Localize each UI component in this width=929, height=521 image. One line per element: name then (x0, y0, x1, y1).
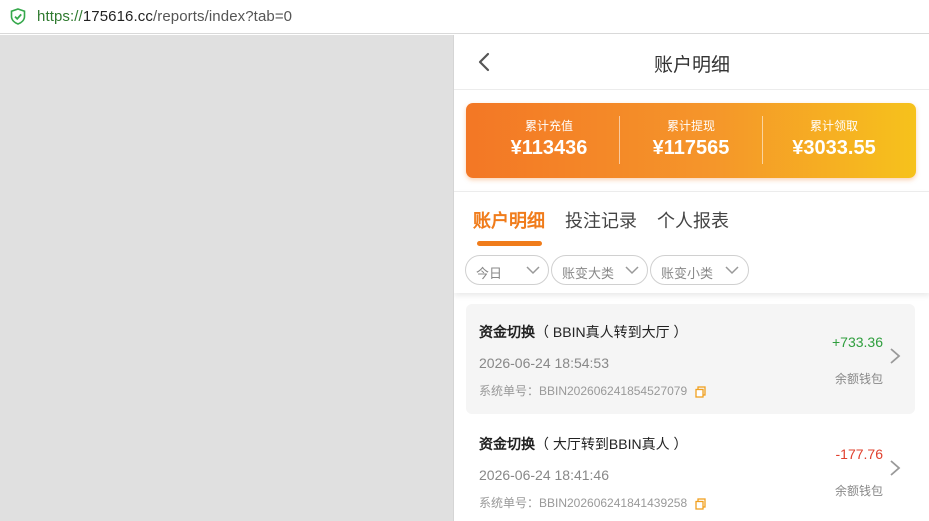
record-item[interactable]: 资金切换（ 大厅转到BBIN真人 ） 2026-06-24 18:41:46 系… (466, 416, 915, 521)
page-header: 账户明细 (454, 35, 929, 90)
filter-date[interactable]: 今日 (465, 255, 549, 285)
record-time: 2026-06-24 18:54:53 (479, 355, 609, 371)
stat-total-withdraw: 累计提现 ¥117565 (620, 103, 762, 178)
url-path: /reports/index?tab=0 (152, 8, 293, 25)
page-title: 账户明细 (653, 55, 730, 76)
chevron-down-icon (725, 266, 739, 275)
record-type: 资金切换 (479, 324, 535, 340)
record-type: 资金切换 (479, 436, 535, 452)
record-wallet: 余额钱包 (834, 484, 883, 498)
record-order: 系统单号：BBIN202606241854527079 (479, 382, 706, 399)
chevron-down-icon (625, 266, 639, 275)
tabs-filter-area: 账户明细 投注记录 个人报表 今日 账变大类 账变小类 (454, 191, 929, 293)
filter-subcategory[interactable]: 账变小类 (650, 255, 749, 285)
record-time: 2026-06-24 18:41:46 (479, 467, 609, 483)
url-scheme: https:// (37, 8, 83, 25)
order-number: 系统单号：BBIN202606241841439258 (479, 496, 688, 510)
record-order: 系统单号：BBIN202606241841439258 (479, 494, 706, 511)
page-background (0, 35, 453, 521)
record-amount: +733.36 (832, 334, 883, 350)
copy-icon[interactable] (695, 386, 706, 398)
record-wallet: 余额钱包 (834, 372, 883, 386)
filter-label: 账变大类 (562, 266, 615, 281)
summary-card: 累计充值 ¥113436 累计提现 ¥117565 累计领取 ¥3033.55 (466, 103, 916, 178)
active-tab-indicator (477, 241, 542, 246)
chevron-right-icon[interactable] (889, 347, 901, 365)
record-item[interactable]: 资金切换（ BBIN真人转到大厅 ） 2026-06-24 18:54:53 系… (466, 304, 915, 414)
chevron-right-icon[interactable] (889, 459, 901, 477)
tab-bet-records[interactable]: 投注记录 (565, 207, 637, 233)
record-title: 资金切换（ 大厅转到BBIN真人 ） (479, 434, 687, 454)
stat-value: ¥113436 (510, 137, 588, 159)
url-host: 175616.cc (82, 8, 153, 25)
stat-value: ¥3033.55 (792, 137, 876, 159)
stat-label: 累计充值 (524, 119, 573, 133)
record-amount: -177.76 (835, 446, 883, 462)
record-detail: （ 大厅转到BBIN真人 ） (535, 436, 688, 452)
browser-address-bar[interactable]: https://175616.cc/reports/index?tab=0 (0, 0, 929, 34)
stat-label: 累计领取 (809, 119, 858, 133)
order-number: 系统单号：BBIN202606241854527079 (479, 384, 688, 398)
filter-label: 账变小类 (661, 266, 714, 281)
stat-value: ¥117565 (652, 137, 730, 159)
copy-icon[interactable] (695, 498, 706, 510)
secure-shield-icon (10, 8, 26, 25)
chevron-down-icon (526, 266, 540, 275)
filter-label: 今日 (476, 266, 503, 281)
record-detail: （ BBIN真人转到大厅 ） (535, 324, 688, 340)
mobile-panel: 账户明细 累计充值 ¥113436 累计提现 ¥117565 累计领取 ¥303… (453, 35, 929, 521)
address-url[interactable]: https://175616.cc/reports/index?tab=0 (37, 8, 292, 25)
record-title: 资金切换（ BBIN真人转到大厅 ） (479, 322, 687, 342)
tab-account-details[interactable]: 账户明细 (473, 207, 545, 233)
stat-total-deposit: 累计充值 ¥113436 (478, 103, 620, 178)
stat-total-claimed: 累计领取 ¥3033.55 (763, 103, 905, 178)
filter-category[interactable]: 账变大类 (551, 255, 648, 285)
tab-personal-report[interactable]: 个人报表 (657, 207, 729, 233)
stat-label: 累计提现 (666, 119, 715, 133)
